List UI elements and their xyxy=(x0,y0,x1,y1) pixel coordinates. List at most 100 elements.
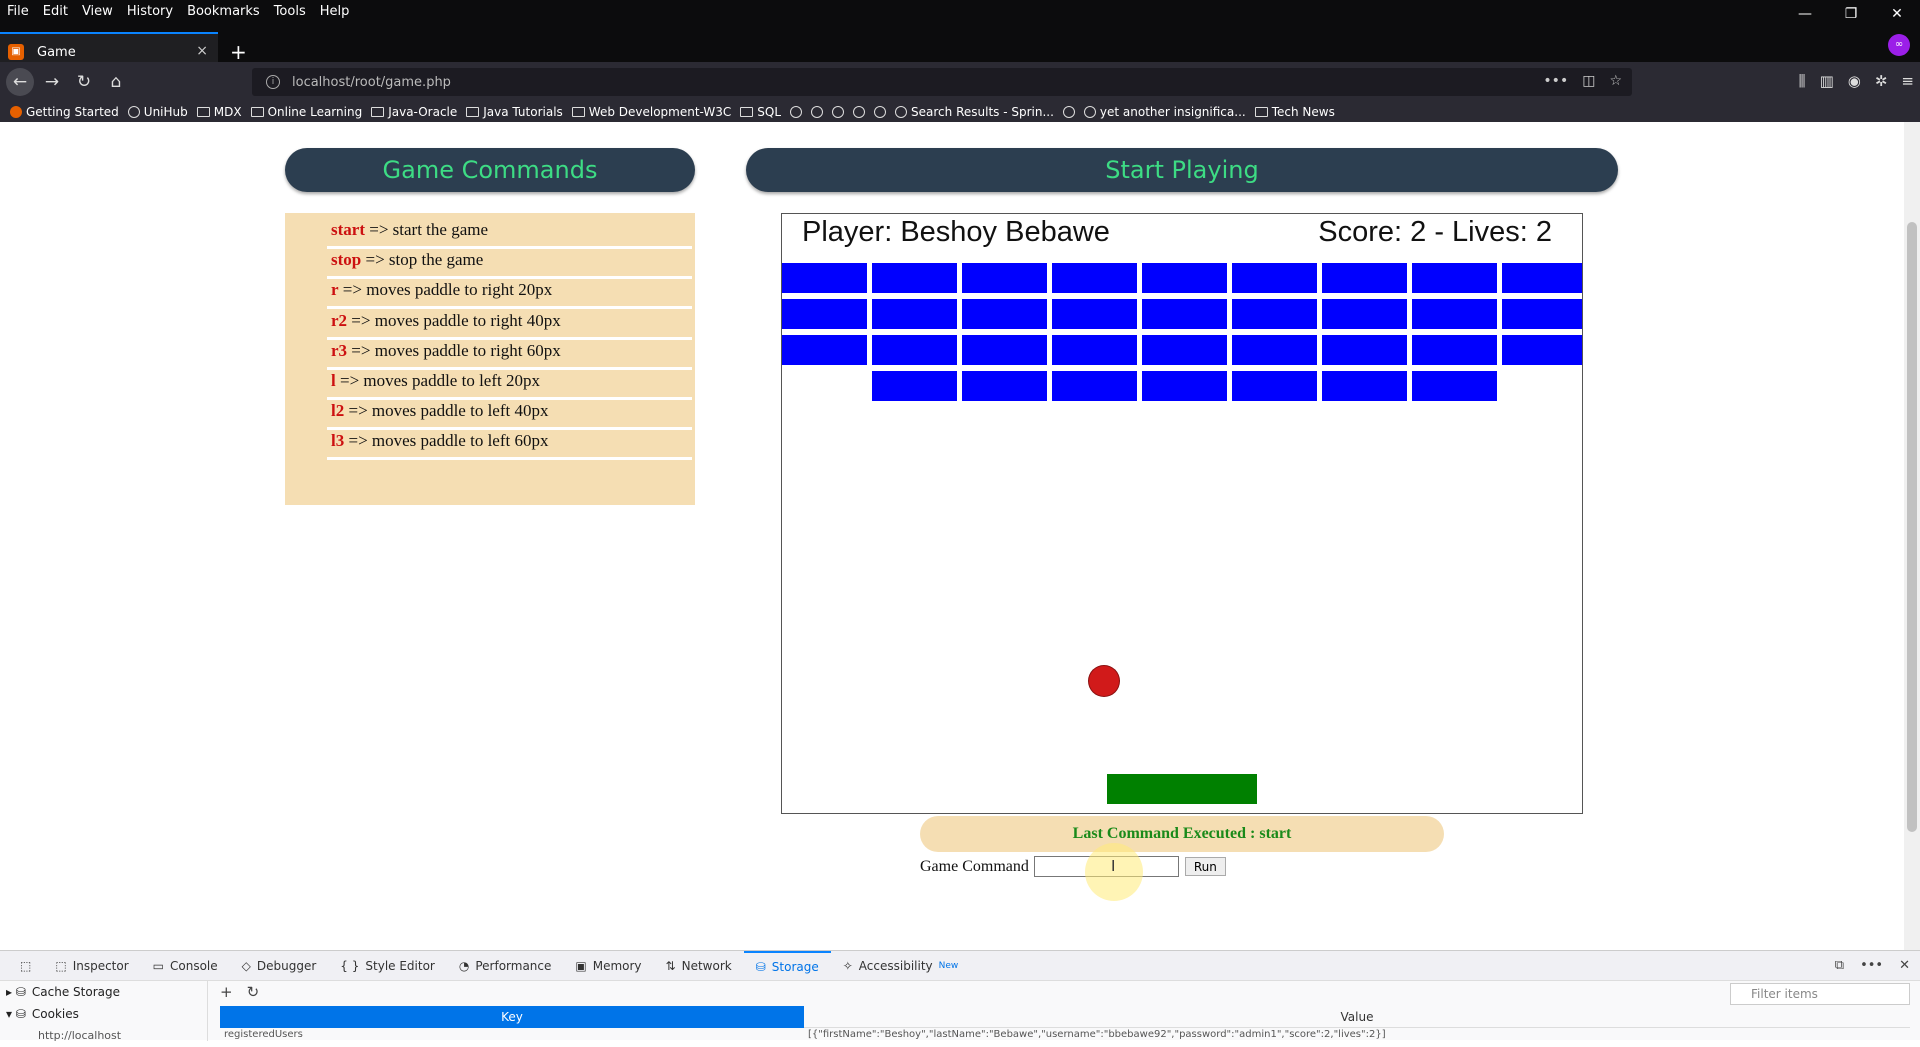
site-info-icon[interactable]: i xyxy=(266,75,280,89)
brick xyxy=(962,371,1047,401)
command-desc: => moves paddle to right 40px xyxy=(347,310,561,330)
brick xyxy=(1412,335,1497,365)
menu-tools[interactable]: Tools xyxy=(267,4,313,19)
tree-item-cache-storage[interactable]: ▸ ⛁ Cache Storage xyxy=(0,981,207,1003)
globe-icon xyxy=(1083,106,1096,118)
devtools-tab-debugger[interactable]: ◇ Debugger xyxy=(230,951,329,981)
folder-icon xyxy=(466,107,480,117)
pocket-icon[interactable]: ◫ xyxy=(1582,73,1595,89)
menu-edit[interactable]: Edit xyxy=(36,4,75,19)
devtools-tab-memory[interactable]: ▣ Memory xyxy=(563,951,653,981)
game-commands-header: Game Commands xyxy=(285,148,695,192)
brick xyxy=(1232,335,1317,365)
url-bar[interactable]: i localhost/root/game.php ••• ◫ ☆ xyxy=(252,68,1632,96)
brick xyxy=(1322,335,1407,365)
menu-bookmarks[interactable]: Bookmarks xyxy=(180,4,267,19)
devtools-tab-label: Style Editor xyxy=(365,958,435,973)
devtools-tab-console[interactable]: ▭ Console xyxy=(141,951,230,981)
globe-icon xyxy=(127,106,140,118)
start-playing-header: Start Playing xyxy=(746,148,1618,192)
devtools-tab-label: Storage xyxy=(771,959,819,974)
bookmark-item[interactable]: Online Learning xyxy=(250,105,362,119)
bookmark-item[interactable]: Search Results - Sprin... xyxy=(895,105,1054,119)
back-button[interactable]: ← xyxy=(6,68,34,96)
table-row[interactable]: registeredUsers [{"firstName":"Beshoy","… xyxy=(220,1029,1910,1041)
home-button[interactable]: ⌂ xyxy=(102,68,130,96)
bookmark-item[interactable] xyxy=(790,106,803,118)
devtools-tab-accessibility[interactable]: ✧ Accessibility New xyxy=(831,951,971,981)
private-mask-icon[interactable]: ◉ xyxy=(1848,72,1861,90)
devtools-menu-icon[interactable]: ••• xyxy=(1860,958,1883,973)
menu-view[interactable]: View xyxy=(75,4,120,19)
network-icon: ⇅ xyxy=(665,958,676,973)
devtools-tab-inspector[interactable]: ⬚ Inspector xyxy=(43,951,140,981)
menu-history[interactable]: History xyxy=(120,4,180,19)
filter-items-input[interactable]: Filter items xyxy=(1730,983,1910,1005)
command-desc: => stop the game xyxy=(361,250,484,270)
bookmark-item[interactable] xyxy=(853,106,866,118)
bookmark-label: yet another insignifica... xyxy=(1099,105,1246,119)
devtools-tab-label: Performance xyxy=(475,958,552,973)
bookmark-item[interactable]: MDX xyxy=(196,105,242,119)
devtools-tab-storage[interactable]: ⛁ Storage xyxy=(743,950,831,981)
storage-table-header: Key Value xyxy=(220,1006,1910,1028)
menu-file[interactable]: File xyxy=(0,4,36,19)
devtools-tab-performance[interactable]: ◔ Performance xyxy=(447,951,564,981)
bookmark-item[interactable]: Java Tutorials xyxy=(466,105,563,119)
bookmark-item[interactable]: Getting Started xyxy=(10,105,119,119)
bookmark-item[interactable]: Tech News xyxy=(1254,105,1335,119)
hamburger-menu-icon[interactable]: ≡ xyxy=(1901,72,1914,90)
devtools-tab-network[interactable]: ⇅ Network xyxy=(654,951,744,981)
page-actions-icon[interactable]: ••• xyxy=(1543,73,1568,89)
devtools-tab-style-editor[interactable]: { } Style Editor xyxy=(328,951,447,981)
devtools-close-icon[interactable]: ✕ xyxy=(1899,958,1910,973)
scrollbar-thumb[interactable] xyxy=(1907,222,1917,832)
bookmark-item[interactable]: Java-Oracle xyxy=(371,105,457,119)
menu-help[interactable]: Help xyxy=(313,4,357,19)
bookmark-item[interactable] xyxy=(811,106,824,118)
bookmark-item[interactable]: Web Development-W3C xyxy=(571,105,731,119)
refresh-icon[interactable]: ↻ xyxy=(247,983,260,1001)
bookmark-item[interactable]: SQL xyxy=(740,105,781,119)
bookmark-item[interactable]: yet another insignifica... xyxy=(1083,105,1246,119)
page-scrollbar[interactable] xyxy=(1904,122,1920,950)
tab-close-icon[interactable]: × xyxy=(196,43,208,59)
game-canvas: Player: Beshoy Bebawe Score: 2 - Lives: … xyxy=(781,213,1583,814)
bookmark-label: MDX xyxy=(213,105,242,119)
bookmark-item[interactable] xyxy=(832,106,845,118)
column-key[interactable]: Key xyxy=(220,1006,804,1028)
bookmark-label: Search Results - Sprin... xyxy=(911,105,1054,119)
extension-icon[interactable]: ✲ xyxy=(1875,72,1888,90)
bookmark-label: UniHub xyxy=(143,105,188,119)
dock-icon[interactable]: ⧉ xyxy=(1835,958,1844,973)
database-icon: ▸ ⛁ xyxy=(6,985,26,999)
folder-icon xyxy=(196,107,210,117)
tree-item-localhost[interactable]: http://localhost xyxy=(0,1025,207,1047)
element-picker-icon[interactable]: ⬚ xyxy=(8,951,43,981)
account-avatar-icon[interactable]: ∞ xyxy=(1888,34,1910,56)
globe-icon xyxy=(811,106,824,118)
globe-icon xyxy=(1062,106,1075,118)
brick xyxy=(872,371,957,401)
bookmark-star-icon[interactable]: ☆ xyxy=(1609,73,1622,89)
bookmark-item[interactable] xyxy=(874,106,887,118)
command-item: l3 => moves paddle to left 60px xyxy=(327,424,692,461)
bookmark-item[interactable]: UniHub xyxy=(127,105,188,119)
bookmark-label: Java-Oracle xyxy=(388,105,458,119)
sidebar-icon[interactable]: ▥ xyxy=(1820,72,1834,90)
new-tab-button[interactable]: + xyxy=(230,40,247,64)
add-item-icon[interactable]: + xyxy=(220,983,233,1001)
ball xyxy=(1089,666,1119,696)
column-value[interactable]: Value xyxy=(804,1006,1910,1028)
command-key: l2 xyxy=(331,401,345,421)
run-button[interactable]: Run xyxy=(1184,857,1226,876)
tree-item-cookies[interactable]: ▾ ⛁ Cookies xyxy=(0,1003,207,1025)
bookmark-item[interactable] xyxy=(1062,106,1075,118)
tab-title: Game xyxy=(37,44,76,60)
brick xyxy=(872,299,957,329)
forward-button[interactable]: → xyxy=(38,68,66,96)
reload-button[interactable]: ↻ xyxy=(70,68,98,96)
library-icon[interactable]: ⫼ xyxy=(1799,72,1806,90)
text-cursor-icon: I xyxy=(1111,857,1116,875)
command-key: r xyxy=(331,280,339,300)
